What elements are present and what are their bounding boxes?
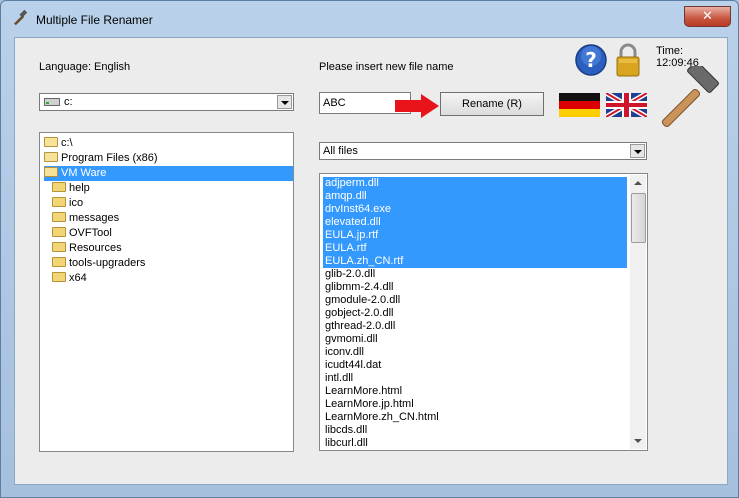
main-window: Multiple File Renamer ✕ Language: Englis… xyxy=(0,0,739,498)
file-list-item[interactable]: amqp.dll xyxy=(323,190,627,203)
window-title: Multiple File Renamer xyxy=(36,13,153,27)
tree-item-program-files[interactable]: Program Files (x86) xyxy=(44,151,158,166)
file-list-scrollbar[interactable] xyxy=(630,175,646,449)
file-list-item[interactable]: drvInst64.exe xyxy=(323,203,627,216)
tree-item-label: Resources xyxy=(69,242,122,254)
rename-button[interactable]: Rename (R) xyxy=(440,92,544,116)
folder-icon xyxy=(52,242,66,252)
folder-icon xyxy=(52,227,66,237)
file-list-item[interactable]: iconv.dll xyxy=(323,346,627,359)
tree-item-messages[interactable]: messages xyxy=(52,211,119,226)
tree-item-label: OVFTool xyxy=(69,227,112,239)
tree-item-x64[interactable]: x64 xyxy=(52,271,87,286)
tree-item-label: Program Files (x86) xyxy=(61,152,158,164)
new-name-prompt: Please insert new file name xyxy=(319,61,454,73)
title-bar[interactable]: Multiple File Renamer ✕ xyxy=(1,1,738,35)
file-list-item[interactable]: glib-2.0.dll xyxy=(323,268,627,281)
tree-item-label: ico xyxy=(69,197,84,209)
folder-open-icon xyxy=(44,137,58,147)
client-area: Language: English c: c:\ Program Files (… xyxy=(14,37,728,485)
tree-item-label: VM Ware xyxy=(61,167,107,179)
tree-item-ico[interactable]: ico xyxy=(52,196,83,211)
folder-open-icon xyxy=(44,167,58,177)
folder-open-icon xyxy=(44,152,58,162)
red-arrow-icon xyxy=(395,94,439,118)
file-list-item[interactable]: libcds.dll xyxy=(323,424,627,437)
folder-icon xyxy=(52,272,66,282)
file-list-item[interactable]: EULA.zh_CN.rtf xyxy=(323,255,627,268)
folder-tree[interactable]: c:\ Program Files (x86) VM Ware help ico… xyxy=(39,132,294,452)
file-list-item[interactable]: gobject-2.0.dll xyxy=(323,307,627,320)
drive-icon xyxy=(44,98,60,106)
tree-item-root[interactable]: c:\ xyxy=(44,136,73,151)
folder-icon xyxy=(52,212,66,222)
scroll-up-icon[interactable] xyxy=(630,175,646,191)
file-list-item[interactable]: gthread-2.0.dll xyxy=(323,320,627,333)
file-list-item[interactable]: elevated.dll xyxy=(323,216,627,229)
file-list-item[interactable]: EULA.rtf xyxy=(323,242,627,255)
close-button[interactable]: ✕ xyxy=(684,6,731,27)
tree-item-resources[interactable]: Resources xyxy=(52,241,122,256)
chevron-down-icon[interactable] xyxy=(277,95,292,109)
file-list-item[interactable]: EULA.jp.rtf xyxy=(323,229,627,242)
tree-item-label: help xyxy=(69,182,90,194)
tree-item-help[interactable]: help xyxy=(52,181,90,196)
file-list-item[interactable]: intl.dll xyxy=(323,372,627,385)
file-list-item[interactable]: adjperm.dll xyxy=(323,177,627,190)
language-label: Language: English xyxy=(39,61,131,73)
file-filter-select[interactable]: All files xyxy=(319,142,647,160)
chevron-down-icon[interactable] xyxy=(630,144,645,158)
tree-item-label: x64 xyxy=(69,272,87,284)
tree-item-tools-upgraders[interactable]: tools-upgraders xyxy=(52,256,145,271)
hammer-icon xyxy=(661,66,719,128)
tree-item-label: tools-upgraders xyxy=(69,257,146,269)
tree-item-label: c:\ xyxy=(61,137,73,149)
folder-icon xyxy=(52,197,66,207)
file-list-item[interactable]: libcurl.dll xyxy=(323,437,627,450)
file-list-item[interactable]: glibmm-2.4.dll xyxy=(323,281,627,294)
tree-item-ovftool[interactable]: OVFTool xyxy=(52,226,112,241)
folder-icon xyxy=(52,257,66,267)
close-icon: ✕ xyxy=(702,8,713,23)
svg-text:?: ? xyxy=(585,48,597,72)
scroll-thumb[interactable] xyxy=(631,193,646,243)
hammer-app-icon xyxy=(14,10,28,26)
file-list[interactable]: adjperm.dll amqp.dll drvInst64.exe elevated… xyxy=(319,173,648,451)
file-list-item[interactable]: LearnMore.jp.html xyxy=(323,398,627,411)
file-list-item[interactable]: gvmomi.dll xyxy=(323,333,627,346)
file-list-item[interactable]: LearnMore.html xyxy=(323,385,627,398)
folder-icon xyxy=(52,182,66,192)
uk-flag-icon[interactable] xyxy=(606,93,647,117)
file-list-item[interactable]: gmodule-2.0.dll xyxy=(323,294,627,307)
help-icon[interactable]: ? xyxy=(575,44,607,76)
file-list-item[interactable]: LearnMore.zh_CN.html xyxy=(323,411,627,424)
file-filter-value: All files xyxy=(323,145,358,157)
file-list-item[interactable]: icudt44l.dat xyxy=(323,359,627,372)
tree-item-label: messages xyxy=(69,212,120,224)
lock-icon[interactable] xyxy=(615,42,641,78)
drive-value: c: xyxy=(64,96,73,108)
german-flag-icon[interactable] xyxy=(559,93,600,117)
tree-item-vmware[interactable]: VM Ware xyxy=(44,166,293,181)
drive-select[interactable]: c: xyxy=(39,93,294,111)
scroll-down-icon[interactable] xyxy=(630,433,646,449)
